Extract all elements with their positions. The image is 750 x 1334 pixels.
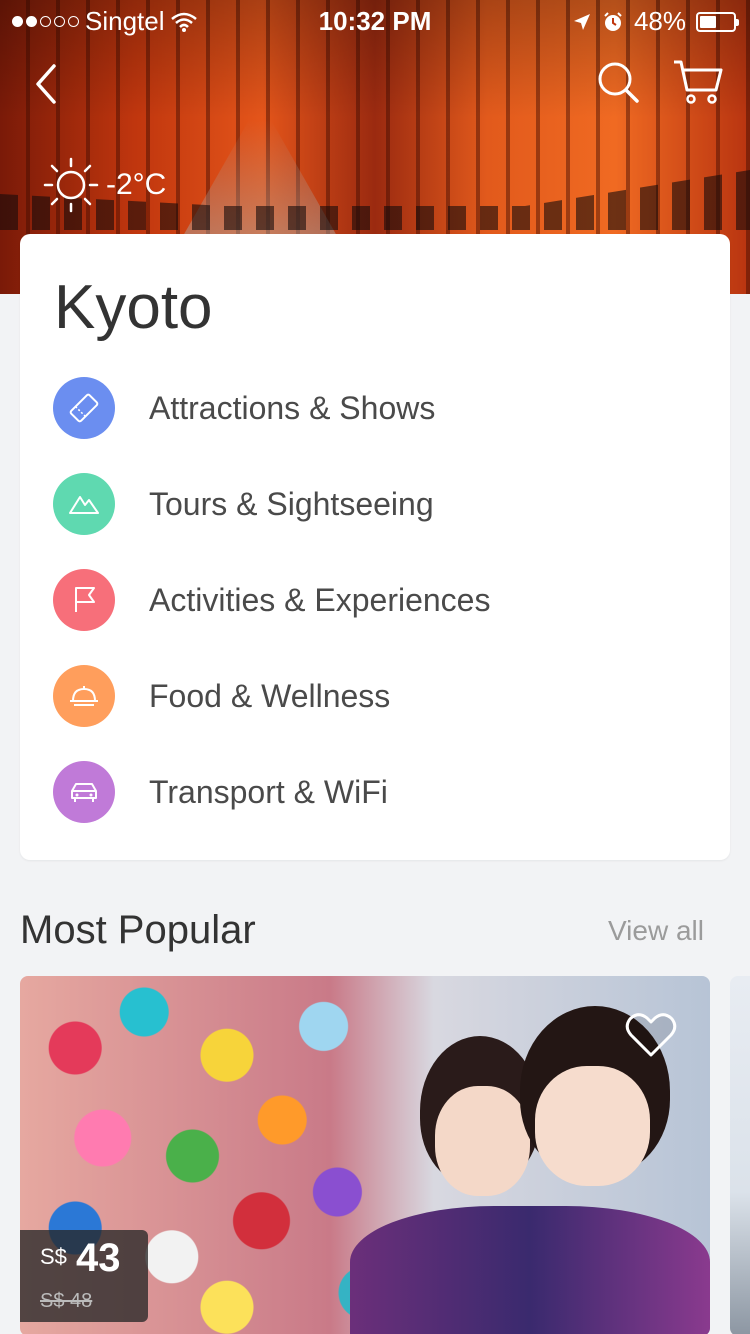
category-label: Activities & Experiences bbox=[149, 581, 491, 618]
sun-icon bbox=[43, 157, 99, 213]
ticket-icon bbox=[53, 377, 115, 439]
section-title: Most Popular bbox=[20, 908, 256, 952]
category-label: Attractions & Shows bbox=[149, 389, 436, 426]
favorite-button[interactable] bbox=[624, 1010, 678, 1060]
next-activity-card[interactable] bbox=[730, 976, 750, 1334]
category-label: Transport & WiFi bbox=[149, 773, 388, 810]
category-tours-sightseeing[interactable]: Tours & Sightseeing bbox=[53, 473, 434, 535]
alarm-icon bbox=[604, 11, 622, 31]
category-activities-experiences[interactable]: Activities & Experiences bbox=[53, 569, 490, 631]
category-label: Tours & Sightseeing bbox=[149, 485, 434, 522]
price-badge: S$ 43 S$ 48 bbox=[20, 1230, 148, 1322]
cloche-icon bbox=[53, 665, 115, 727]
currency-label: S$ bbox=[40, 1244, 67, 1269]
status-bar: Singtel 10:32 PM 48% bbox=[0, 0, 750, 40]
price-value: 43 bbox=[76, 1236, 121, 1280]
category-attractions-shows[interactable]: Attractions & Shows bbox=[53, 377, 435, 439]
city-title: Kyoto bbox=[54, 273, 213, 342]
category-food-wellness[interactable]: Food & Wellness bbox=[53, 665, 390, 727]
original-price: S$ 48 bbox=[40, 1290, 93, 1312]
search-icon bbox=[598, 62, 639, 103]
cart-button[interactable] bbox=[672, 58, 724, 106]
weather-widget: -2°C bbox=[42, 156, 166, 214]
category-transport-wifi[interactable]: Transport & WiFi bbox=[53, 761, 388, 823]
cart-icon bbox=[674, 60, 723, 104]
search-button[interactable] bbox=[596, 60, 640, 104]
battery-percent: 48% bbox=[633, 6, 686, 36]
mountain-icon bbox=[53, 473, 115, 535]
back-button[interactable] bbox=[30, 60, 70, 108]
location-arrow-icon bbox=[573, 13, 590, 30]
category-label: Food & Wellness bbox=[149, 677, 391, 714]
chevron-left-icon bbox=[36, 64, 56, 104]
temperature-label: -2°C bbox=[106, 168, 167, 201]
car-icon bbox=[53, 761, 115, 823]
heart-icon bbox=[625, 1013, 677, 1057]
city-card: Kyoto Attractions & Shows Tours & Sights… bbox=[20, 234, 730, 860]
flag-icon bbox=[53, 569, 115, 631]
battery-icon bbox=[696, 11, 739, 32]
view-all-link[interactable]: View all bbox=[608, 915, 704, 947]
